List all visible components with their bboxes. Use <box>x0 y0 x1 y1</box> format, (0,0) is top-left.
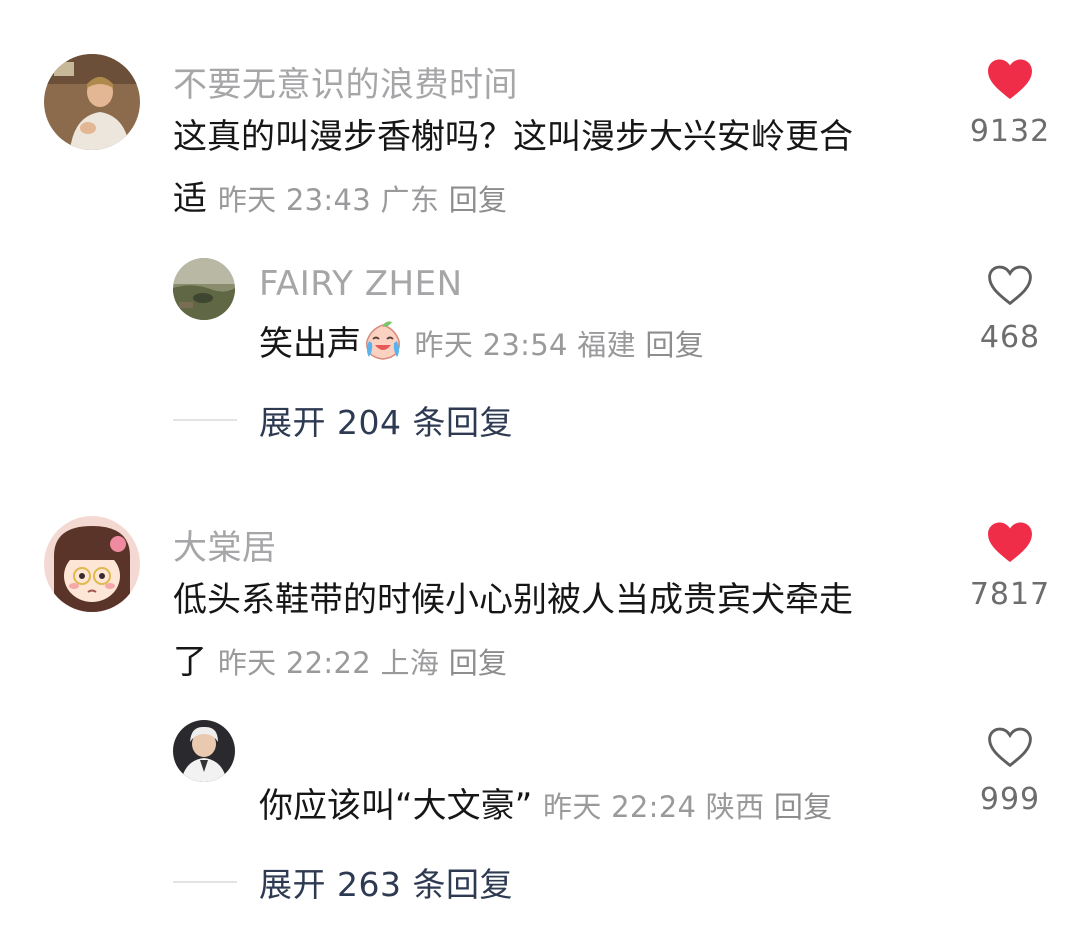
heart-filled-icon <box>988 59 1032 100</box>
expand-replies-label[interactable]: 展开 204 条回复 <box>259 396 513 444</box>
expand-replies[interactable]: 展开 263 条回复 <box>173 858 513 906</box>
comment-text-end: 了 <box>173 642 207 682</box>
reply-time: 昨天 23:54 <box>414 328 568 362</box>
comment-text: 低头系鞋带的时候小心别被人当成贵宾犬牵走 了 昨天 22:22 上海 回复 <box>173 569 943 694</box>
comment-meta: 昨天 22:22 上海 回复 <box>218 646 507 680</box>
reply-text: 笑出声 昨天 23:54 福建 回复 <box>259 313 939 376</box>
man-portrait-avatar <box>44 54 140 150</box>
reply-button[interactable]: 回复 <box>449 183 508 217</box>
expand-replies[interactable]: 展开 204 条回复 <box>173 396 513 444</box>
comment-text-line-last: 适 昨天 23:43 广东 回复 <box>173 168 943 231</box>
reply-text: 你应该叫“大文豪” 昨天 22:24 陕西 回复 <box>259 775 939 838</box>
avatar[interactable] <box>173 720 235 782</box>
cartoon-girl-avatar <box>44 516 140 612</box>
heart-outline-icon <box>988 265 1032 306</box>
comment-meta: 昨天 23:43 广东 回复 <box>218 183 507 217</box>
landscape-avatar <box>173 258 235 320</box>
reply-button[interactable]: 回复 <box>774 790 833 824</box>
comment-username[interactable]: 大棠居 <box>173 520 277 569</box>
like-button[interactable]: 999 <box>964 726 1056 817</box>
reply-button[interactable]: 回复 <box>449 646 508 680</box>
reply-meta: 昨天 23:54 福建 回复 <box>405 328 704 362</box>
reply-username[interactable]: FAIRY ZHEN <box>259 264 463 304</box>
like-count: 9132 <box>969 114 1051 149</box>
comment-list: 不要无意识的浪费时间 这真的叫漫步香榭吗？这叫漫步大兴安岭更合 适 昨天 23:… <box>0 0 1080 935</box>
comment-time: 昨天 23:43 <box>217 183 372 217</box>
like-count: 468 <box>979 320 1041 355</box>
divider-line <box>173 419 237 421</box>
reply-location: 陕西 <box>705 790 765 824</box>
avatar[interactable] <box>173 258 235 320</box>
expand-replies-label[interactable]: 展开 263 条回复 <box>259 858 513 906</box>
like-button[interactable]: 468 <box>964 264 1056 355</box>
crying-laughing-peach-emoji <box>366 321 400 360</box>
comment-text-line: 低头系鞋带的时候小心别被人当成贵宾犬牵走 <box>173 580 853 620</box>
avatar[interactable] <box>44 54 140 150</box>
comment-username[interactable]: 不要无意识的浪费时间 <box>173 57 518 106</box>
divider-line <box>173 881 237 883</box>
heart-outline-icon <box>988 727 1032 768</box>
comment-text-end: 适 <box>173 179 207 219</box>
comment-time: 昨天 22:22 <box>217 646 372 680</box>
comment-text: 这真的叫漫步香榭吗？这叫漫步大兴安岭更合 适 昨天 23:43 广东 回复 <box>173 106 943 231</box>
like-button[interactable]: 9132 <box>964 58 1056 149</box>
reply-text-body: 你应该叫“大文豪” <box>259 786 533 826</box>
reply-location: 福建 <box>577 328 636 362</box>
like-button[interactable]: 7817 <box>964 521 1056 612</box>
comment-text-line: 这真的叫漫步香榭吗？这叫漫步大兴安岭更合 <box>173 117 853 157</box>
white-hair-man-avatar <box>173 720 235 782</box>
like-count: 7817 <box>969 577 1051 612</box>
reply-button[interactable]: 回复 <box>645 328 704 362</box>
heart-filled-icon <box>988 522 1032 563</box>
avatar[interactable] <box>44 516 140 612</box>
reply-text-body: 笑出声 <box>259 324 361 364</box>
like-count: 999 <box>979 782 1041 817</box>
comment-location: 上海 <box>380 646 440 680</box>
comment-text-line-last: 了 昨天 22:22 上海 回复 <box>173 631 943 694</box>
reply-time: 昨天 22:24 <box>543 790 697 824</box>
comment-location: 广东 <box>380 183 440 217</box>
reply-meta: 昨天 22:24 陕西 回复 <box>543 790 832 824</box>
